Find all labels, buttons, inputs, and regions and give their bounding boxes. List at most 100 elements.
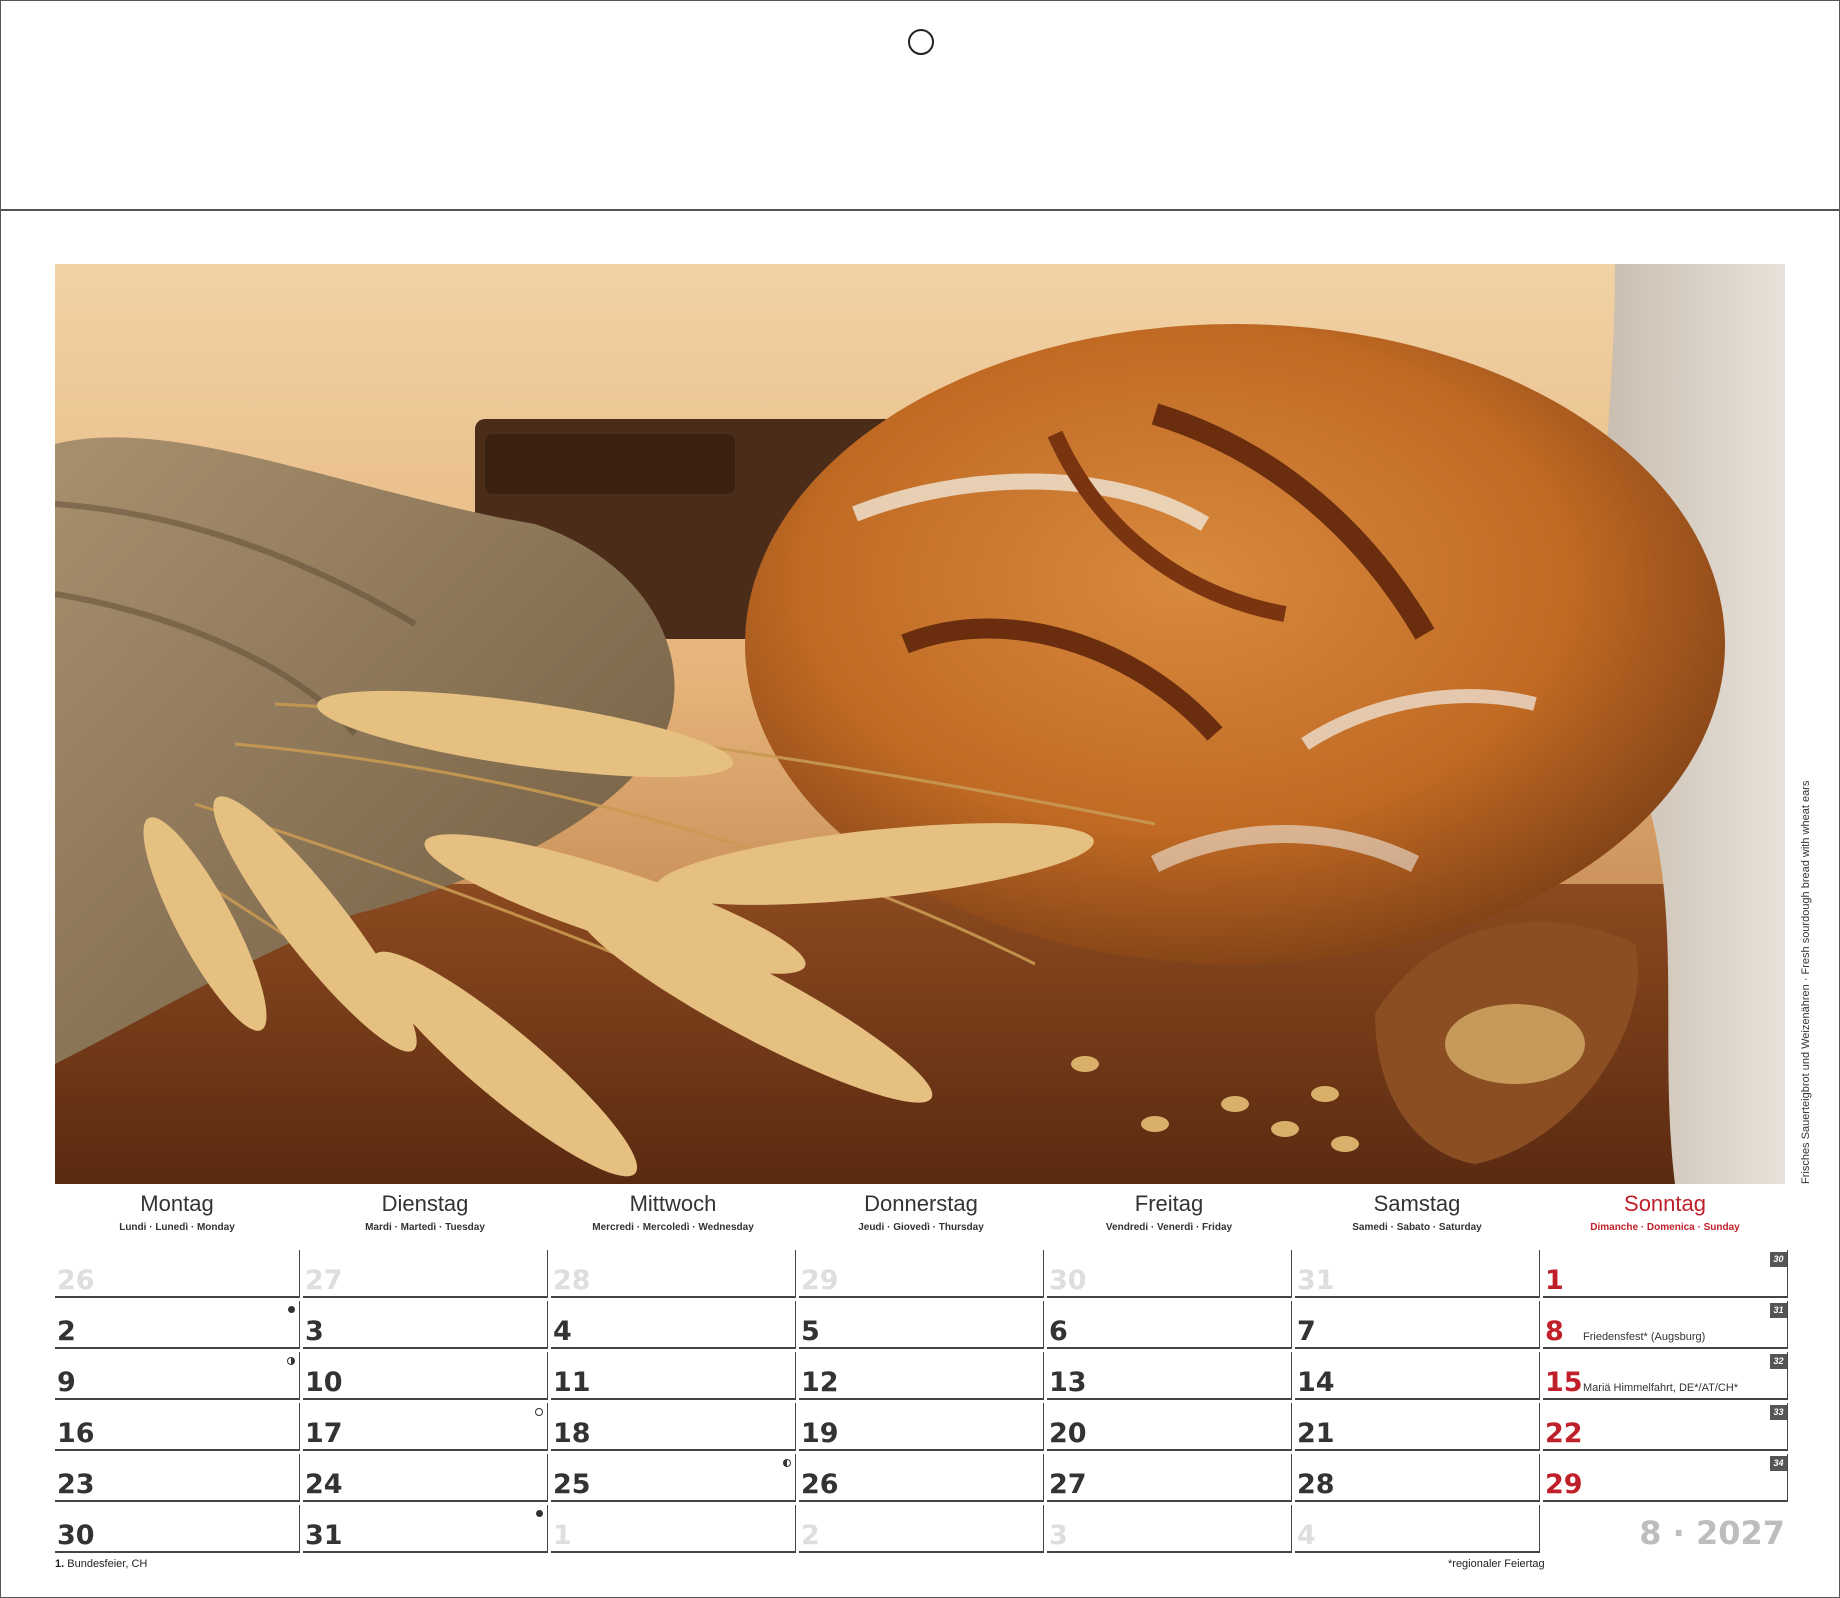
day-cell: 18	[551, 1403, 796, 1451]
day-cell: 14	[1295, 1352, 1540, 1400]
day-number: 31	[1297, 1265, 1335, 1296]
day-number: 20	[1049, 1418, 1087, 1449]
day-cell: 26	[55, 1250, 300, 1298]
bread-photo-illustration	[55, 264, 1785, 1184]
day-number: 12	[801, 1367, 839, 1398]
day-number: 4	[553, 1316, 572, 1347]
weekday-name: Samstag	[1373, 1191, 1461, 1216]
month-year-label: 8 · 2027	[1639, 1514, 1785, 1552]
day-number: 14	[1297, 1367, 1335, 1398]
day-number: 15	[1545, 1367, 1583, 1398]
weekday-name: Sonntag	[1624, 1191, 1706, 1216]
moon-phase-icon	[288, 1306, 295, 1313]
day-cell: 4	[1295, 1505, 1540, 1553]
day-number: 1	[1545, 1265, 1564, 1296]
day-number: 5	[801, 1316, 820, 1347]
weekday-header: Donnerstag Jeudi · Giovedì · Thursday	[799, 1190, 1043, 1233]
day-cell: 29 34	[1543, 1454, 1788, 1502]
week-number-badge: 33	[1770, 1405, 1787, 1420]
day-cell: 7	[1295, 1301, 1540, 1349]
footnote-holiday-text: Bundesfeier, CH	[67, 1558, 148, 1570]
day-cell: 28	[551, 1250, 796, 1298]
weekday-translations: Jeudi · Giovedì · Thursday	[858, 1222, 984, 1233]
day-cell: 28	[1295, 1454, 1540, 1502]
day-number: 23	[57, 1469, 95, 1500]
weekday-name: Donnerstag	[864, 1191, 978, 1216]
day-cell: 25	[551, 1454, 796, 1502]
day-cell: 1	[551, 1505, 796, 1553]
day-cell: 3	[1047, 1505, 1292, 1553]
day-number: 22	[1545, 1418, 1583, 1449]
weekday-header: Dienstag Mardi · Martedì · Tuesday	[303, 1190, 547, 1233]
holiday-label: Friedensfest* (Augsburg)	[1583, 1331, 1706, 1343]
day-cell: 3	[303, 1301, 548, 1349]
footnote-regional-holiday: *regionaler Feiertag	[1448, 1558, 1545, 1570]
day-cell: 30	[1047, 1250, 1292, 1298]
weekday-translations: Dimanche · Domenica · Sunday	[1590, 1222, 1740, 1233]
moon-phase-icon	[536, 1510, 543, 1517]
day-number: 31	[305, 1520, 343, 1551]
day-cell: 11	[551, 1352, 796, 1400]
day-cell: 10	[303, 1352, 548, 1400]
weekday-name: Freitag	[1134, 1191, 1204, 1216]
hanging-hole	[908, 29, 934, 55]
day-number: 30	[57, 1520, 95, 1551]
weekday-translations: Lundi · Lunedì · Monday	[119, 1222, 235, 1233]
footnote-holiday: 1. Bundesfeier, CH	[55, 1558, 147, 1570]
day-number: 26	[801, 1469, 839, 1500]
day-cell: 12	[799, 1352, 1044, 1400]
day-cell: 27	[303, 1250, 548, 1298]
day-cell: 2	[55, 1301, 300, 1349]
day-cell: 30	[55, 1505, 300, 1553]
day-cell: 20	[1047, 1403, 1292, 1451]
day-cell: 9	[55, 1352, 300, 1400]
weekday-header: Sonntag Dimanche · Domenica · Sunday	[1543, 1190, 1787, 1233]
day-cell: 2	[799, 1505, 1044, 1553]
day-number: 30	[1049, 1265, 1087, 1296]
day-number: 17	[305, 1418, 343, 1449]
holiday-label: Mariä Himmelfahrt, DE*/AT/CH*	[1583, 1382, 1739, 1394]
binding-strip	[1, 1, 1839, 211]
day-number: 26	[57, 1265, 95, 1296]
day-number: 29	[1545, 1469, 1583, 1500]
day-cell: 4	[551, 1301, 796, 1349]
day-cell: 31	[303, 1505, 548, 1553]
weekday-translations: Vendredi · Venerdì · Friday	[1105, 1222, 1233, 1233]
moon-phase-icon	[783, 1459, 791, 1467]
weekday-translations: Mardi · Martedì · Tuesday	[365, 1222, 485, 1233]
footnote-holiday-date: 1.	[55, 1558, 65, 1570]
day-cell: 29	[799, 1250, 1044, 1298]
weekday-translations: Mercredi · Mercoledì · Wednesday	[592, 1222, 754, 1233]
day-cell: 8 Friedensfest* (Augsburg) 31	[1543, 1301, 1788, 1349]
weekday-name: Dienstag	[381, 1191, 469, 1216]
day-cell: 13	[1047, 1352, 1292, 1400]
day-cell: 16	[55, 1403, 300, 1451]
day-number: 3	[1049, 1520, 1068, 1551]
day-number: 13	[1049, 1367, 1087, 1398]
weekday-name: Montag	[140, 1191, 214, 1216]
calendar-photo	[55, 264, 1785, 1184]
day-cell: 17	[303, 1403, 548, 1451]
day-number: 16	[57, 1418, 95, 1449]
day-number: 3	[305, 1316, 324, 1347]
weekday-header: Samstag Samedi · Sabato · Saturday	[1295, 1190, 1539, 1233]
week-number-badge: 32	[1770, 1354, 1787, 1369]
day-cell: 23	[55, 1454, 300, 1502]
day-cell: 27	[1047, 1454, 1292, 1502]
day-number: 27	[305, 1265, 343, 1296]
day-number: 2	[57, 1316, 76, 1347]
day-cell: 5	[799, 1301, 1044, 1349]
day-cell: 15 Mariä Himmelfahrt, DE*/AT/CH* 32	[1543, 1352, 1788, 1400]
day-number: 25	[553, 1469, 591, 1500]
day-number: 1	[553, 1520, 572, 1551]
day-number: 9	[57, 1367, 76, 1398]
day-cell: 1 30	[1543, 1250, 1788, 1298]
day-cell: 6	[1047, 1301, 1292, 1349]
day-number: 2	[801, 1520, 820, 1551]
day-number: 11	[553, 1367, 591, 1398]
day-number: 6	[1049, 1316, 1068, 1347]
day-cell: 21	[1295, 1403, 1540, 1451]
moon-phase-icon	[535, 1408, 543, 1416]
weekday-header: Montag Lundi · Lunedì · Monday	[55, 1190, 299, 1233]
photo-caption: Frisches Sauerteigbrot und Weizenähren ·…	[1800, 780, 1812, 1184]
